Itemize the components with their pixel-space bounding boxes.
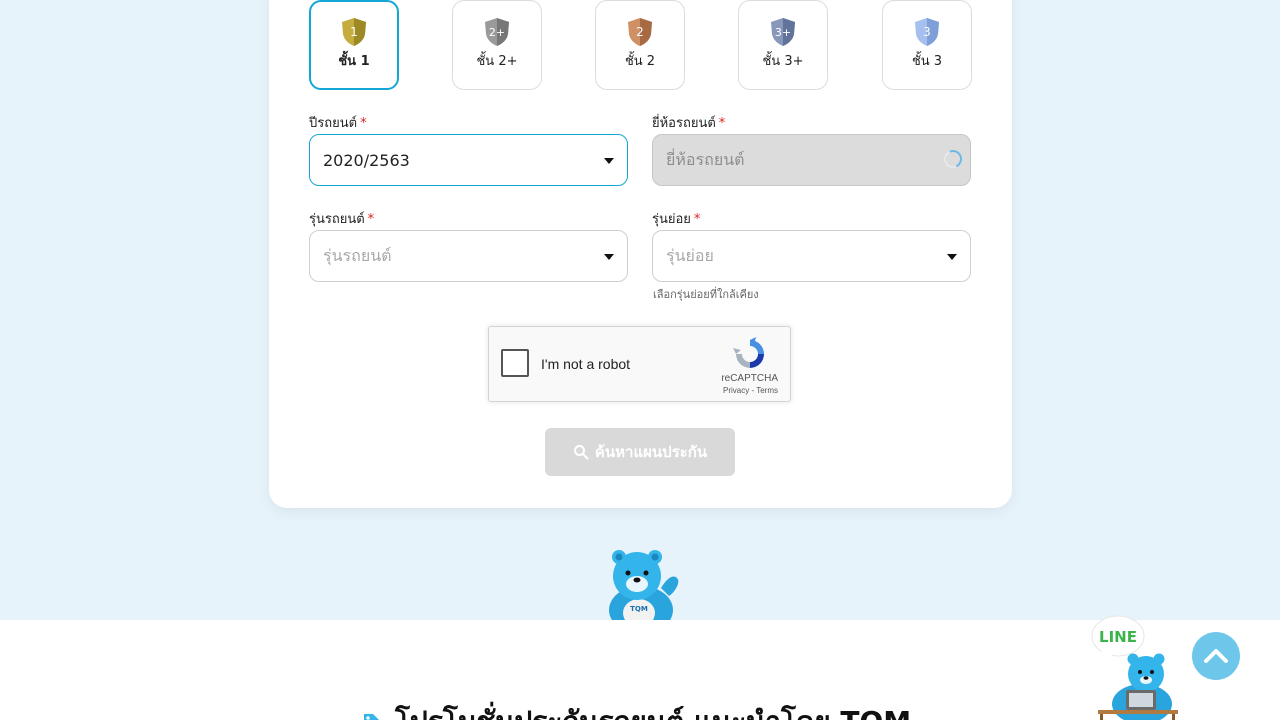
tier-label: ชั้น 2+: [476, 54, 518, 69]
model-label: รุ่นรถยนต์ *: [309, 212, 375, 227]
gold-shield-icon: 1: [342, 18, 366, 46]
recaptcha-brand: reCAPTCHA: [721, 373, 778, 384]
svg-text:1: 1: [350, 25, 358, 39]
silver-shield-icon: 2+: [485, 18, 509, 46]
recaptcha-links[interactable]: Privacy - Terms: [723, 386, 778, 395]
tier-3plus-button[interactable]: 3+ ชั้น 3+: [738, 0, 828, 90]
svg-text:2: 2: [636, 25, 644, 39]
tier-2-button[interactable]: 2 ชั้น 2: [595, 0, 685, 90]
caret-down-icon: [947, 254, 957, 260]
submodel-select[interactable]: รุ่นย่อย: [652, 230, 971, 282]
svg-text:2+: 2+: [489, 26, 505, 39]
recaptcha-checkbox[interactable]: [501, 349, 529, 377]
model-select[interactable]: รุ่นรถยนต์: [309, 230, 628, 282]
tier-label: ชั้น 3+: [762, 54, 804, 69]
year-select[interactable]: 2020/2563: [309, 134, 628, 186]
required-marker: *: [367, 212, 375, 227]
tier-3-button[interactable]: 3 ชั้น 3: [882, 0, 972, 90]
search-icon: [573, 445, 589, 460]
submodel-placeholder: รุ่นย่อย: [666, 245, 714, 265]
svg-text:3+: 3+: [775, 26, 791, 39]
search-plans-button[interactable]: ค้นหาแผนประกัน: [545, 428, 735, 476]
model-placeholder: รุ่นรถยนต์: [323, 245, 392, 265]
svg-text:3: 3: [923, 25, 931, 39]
steel-blue-shield-icon: 3+: [771, 18, 795, 46]
submodel-hint: เลือกรุ่นย่อยที่ใกล้เคียง: [653, 288, 759, 301]
recaptcha-label: I'm not a robot: [541, 356, 631, 372]
brand-label: ยี่ห้อรถยนต์ *: [652, 116, 726, 131]
brand-select[interactable]: ยี่ห้อรถยนต์: [652, 134, 971, 186]
line-chat-mascot-icon[interactable]: LINE: [1088, 612, 1184, 720]
tier-1-button[interactable]: 1 ชั้น 1: [309, 0, 399, 90]
svg-text:LINE: LINE: [1099, 628, 1137, 646]
promotion-title: โปรโมชั่นประกันรถยนต์ แนะนำโดย TQM: [395, 700, 911, 720]
tag-icon: [364, 714, 379, 720]
light-blue-shield-icon: 3: [915, 18, 939, 46]
required-marker: *: [360, 116, 367, 131]
recaptcha-logo-icon: [733, 337, 764, 368]
year-label: ปีรถยนต์ *: [309, 116, 367, 131]
recaptcha-widget: I'm not a robot reCAPTCHA Privacy - Term…: [488, 326, 791, 402]
scroll-to-top-button[interactable]: [1192, 632, 1240, 680]
caret-down-icon: [604, 158, 614, 164]
tier-2plus-button[interactable]: 2+ ชั้น 2+: [452, 0, 542, 90]
year-value: 2020/2563: [323, 150, 410, 170]
brand-placeholder: ยี่ห้อรถยนต์: [666, 149, 745, 169]
tier-label: ชั้น 2: [624, 54, 656, 69]
search-button-label: ค้นหาแผนประกัน: [594, 444, 708, 461]
svg-text:TQM: TQM: [630, 605, 648, 613]
tier-label: ชั้น 3: [911, 54, 943, 69]
tier-label: ชั้น 1: [338, 54, 370, 69]
submodel-label: รุ่นย่อย *: [652, 212, 701, 227]
bear-mascot-icon: TQM: [609, 550, 679, 620]
loading-spinner-icon: [941, 147, 965, 171]
bronze-shield-icon: 2: [628, 18, 652, 46]
caret-down-icon: [604, 254, 614, 260]
chevron-up-icon: [1204, 649, 1228, 663]
required-marker: *: [718, 116, 726, 131]
required-marker: *: [693, 212, 701, 227]
